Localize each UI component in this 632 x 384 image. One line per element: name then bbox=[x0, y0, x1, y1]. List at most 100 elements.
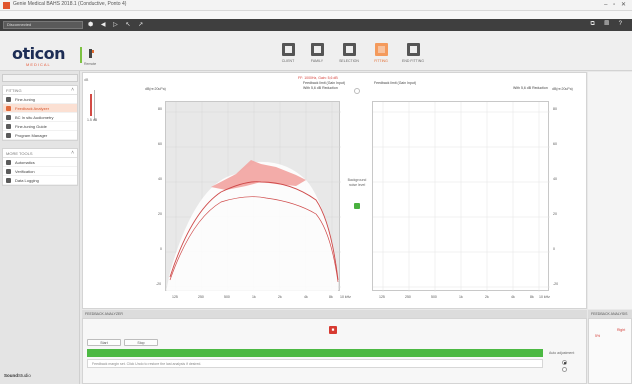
sidebar-item-feedback-analyzer[interactable]: Feedback Analyzer bbox=[3, 104, 77, 113]
client-icon bbox=[281, 43, 295, 56]
sidebar-item-label: Fine-tuning bbox=[15, 97, 36, 102]
gain-indicator-value: 1.5 dB bbox=[87, 118, 98, 122]
feedback-analyzer-icon bbox=[6, 106, 11, 111]
sidebar-fitting-header[interactable]: FITTING ˄ bbox=[3, 86, 77, 95]
guide-icon bbox=[6, 124, 11, 129]
chart-left-ytick: 20 bbox=[158, 212, 162, 216]
step-fitting[interactable]: FITTING bbox=[363, 43, 399, 63]
chart-left-subtitle: Feedback limit (Gain Input) bbox=[303, 81, 346, 85]
chart-left-ytick: -20 bbox=[156, 282, 162, 286]
verification-icon bbox=[6, 169, 11, 174]
chart-left-xtick: 2k bbox=[278, 295, 282, 299]
step-end-fitting[interactable]: END FITTING bbox=[395, 43, 431, 63]
sidebar-item-bc-in-situ[interactable]: BC In situ Audiometry bbox=[3, 113, 77, 122]
chart-right-xtick: 1k bbox=[459, 295, 463, 299]
chart-left-ylabel: dB(re:20uPa) bbox=[145, 87, 166, 91]
end-fitting-icon bbox=[406, 43, 420, 56]
chart-right-ytick: 40 bbox=[553, 177, 557, 181]
feedback-analysis-header: FEEDBACK ANALYSIS bbox=[588, 310, 632, 318]
toolbar-tool-icons[interactable]: ⬢ ◀ ▷ ↖ ↗ bbox=[88, 21, 146, 28]
sidebar-item-fine-tuning[interactable]: Fine-tuning bbox=[3, 95, 77, 104]
sound-studio-logo-rest: Studio bbox=[18, 373, 31, 378]
automatics-icon bbox=[6, 160, 11, 165]
toolbar-right-icons[interactable]: ⧉ ▤ ? bbox=[590, 21, 626, 28]
sidebar-more-tools-header-label: MORE TOOLS bbox=[6, 151, 33, 156]
sidebar-item-label: Automatics bbox=[15, 160, 35, 165]
chart-right-xtick: 8k bbox=[530, 295, 534, 299]
remote-icon[interactable] bbox=[87, 49, 95, 59]
auto-adjust-on-radio[interactable] bbox=[562, 360, 567, 365]
fitting-icon bbox=[374, 43, 388, 56]
gain-indicator: dB 1.5 dB bbox=[84, 78, 106, 122]
step-selection[interactable]: SELECTION bbox=[331, 43, 367, 63]
gain-indicator-bar bbox=[90, 94, 92, 116]
chart-right-xtick: 250 bbox=[405, 295, 411, 299]
step-fitting-label: FITTING bbox=[374, 59, 388, 63]
sidebar-item-fine-tuning-guide[interactable]: Fine-tuning Guide bbox=[3, 122, 77, 131]
feedback-chart-right[interactable] bbox=[372, 101, 550, 292]
stop-record-button[interactable]: ■ bbox=[329, 326, 337, 334]
sidebar-item-verification[interactable]: Verification bbox=[3, 167, 77, 176]
app-icon bbox=[3, 2, 10, 9]
step-end-fitting-label: END FITTING bbox=[402, 59, 424, 63]
sidebar-item-label: Program Manager bbox=[15, 133, 48, 138]
main-toolbar: Disconnected ⬢ ◀ ▷ ↖ ↗ ⧉ ▤ ? bbox=[0, 19, 632, 31]
chart-left-xtick: 500 bbox=[224, 295, 230, 299]
auto-adjust-off-radio[interactable] bbox=[562, 367, 567, 372]
chart-right-ytick: 0 bbox=[553, 247, 555, 251]
menu-bar: File Genie Medical Edit Instrument Prefe… bbox=[0, 11, 632, 25]
reset-button[interactable] bbox=[354, 88, 360, 94]
feedback-analyzer-header: FEEDBACK ANALYZER bbox=[82, 310, 587, 318]
sidebar-item-automatics[interactable]: Automatics bbox=[3, 158, 77, 167]
audiometry-icon bbox=[6, 115, 11, 120]
window-controls[interactable]: – ▫ ✕ bbox=[604, 1, 628, 8]
sidebar-collapse-button[interactable] bbox=[2, 74, 78, 82]
sidebar-fitting-header-label: FITTING bbox=[6, 88, 22, 93]
fine-tuning-icon bbox=[6, 97, 11, 102]
stop-button[interactable]: Stop bbox=[124, 339, 158, 346]
step-family[interactable]: FAMILY bbox=[299, 43, 335, 63]
sound-studio-logo: SoundStudio bbox=[4, 373, 31, 378]
feedback-percent: 5% bbox=[595, 334, 600, 338]
oticon-logo: oticon bbox=[12, 44, 66, 63]
background-noise-indicator[interactable] bbox=[354, 203, 360, 209]
title-bar: Genie Medical BAHS 2018.1 (Conductive, P… bbox=[0, 0, 632, 11]
auto-adjustment-label: Auto adjustment bbox=[549, 351, 575, 355]
start-button[interactable]: Start bbox=[87, 339, 121, 346]
step-selection-label: SELECTION bbox=[339, 59, 359, 63]
sidebar-item-data-logging[interactable]: Data Logging bbox=[3, 176, 77, 185]
chart-left-title: FF: 1000Hz, Gain: 5,6 dB bbox=[298, 76, 338, 80]
chart-left-xtick: 1k bbox=[252, 295, 256, 299]
step-family-label: FAMILY bbox=[310, 59, 324, 63]
chart-right-ylabel: dB(re:20uPa) bbox=[552, 87, 573, 91]
header-divider bbox=[80, 47, 82, 63]
chart-right-ytick: 80 bbox=[553, 107, 557, 111]
chart-right-xtick: 2k bbox=[485, 295, 489, 299]
oticon-logo-sub: MEDICAL bbox=[26, 62, 51, 67]
sound-studio-logo-bold: Sound bbox=[4, 373, 18, 378]
sidebar-fitting-group: FITTING ˄ Fine-tuning Feedback Analyzer … bbox=[2, 85, 78, 141]
remote-label: Remote bbox=[84, 62, 97, 66]
chart-right-xtick: 4k bbox=[511, 295, 515, 299]
chart-left-ytick: 80 bbox=[158, 107, 162, 111]
chart-left-plot bbox=[166, 102, 341, 292]
chart-left-xunit: 10 kHz bbox=[340, 295, 351, 299]
feedback-chart-left[interactable] bbox=[165, 101, 341, 292]
chart-left-xtick: 4k bbox=[304, 295, 308, 299]
sidebar-item-label: BC In situ Audiometry bbox=[15, 115, 54, 120]
sidebar-item-program-manager[interactable]: Program Manager bbox=[3, 131, 77, 140]
program-manager-icon bbox=[6, 133, 11, 138]
gain-indicator-scale bbox=[94, 90, 95, 120]
feedback-analysis-panel: Right 5% bbox=[588, 318, 632, 384]
chart-left-ytick: 40 bbox=[158, 177, 162, 181]
chart-left-xtick: 8k bbox=[329, 295, 333, 299]
feedback-message: Feedback margin set. Click Undo to resto… bbox=[87, 359, 543, 368]
right-ear-label: Right bbox=[617, 328, 626, 332]
chart-right-xtick: 125 bbox=[379, 295, 385, 299]
selection-icon bbox=[342, 43, 356, 56]
chart-right-xunit: 10 kHz bbox=[539, 295, 550, 299]
sidebar-more-tools-group: MORE TOOLS ˄ Automatics Verification Dat… bbox=[2, 148, 78, 186]
sidebar-more-tools-header[interactable]: MORE TOOLS ˄ bbox=[3, 149, 77, 158]
chevron-up-icon: ˄ bbox=[71, 150, 74, 156]
connection-select[interactable]: Disconnected bbox=[3, 21, 83, 29]
